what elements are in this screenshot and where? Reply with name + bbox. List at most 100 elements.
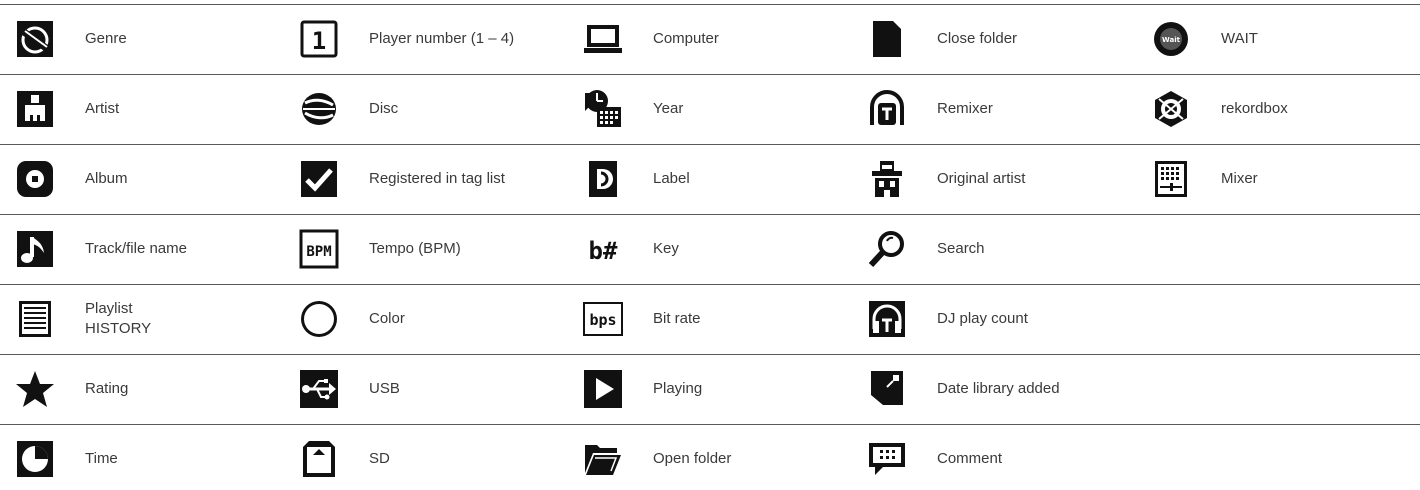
legend-item: Computer: [568, 8, 852, 70]
legend-item-label: Album: [85, 170, 128, 187]
row-divider: [0, 74, 1420, 75]
legend-item: Rating: [0, 358, 284, 420]
legend-item-label: Tempo (BPM): [369, 240, 461, 257]
legend-item-label: Registered in tag list: [369, 170, 505, 187]
legend-item: Original artist: [852, 148, 1136, 210]
legend-item-label: Close folder: [937, 30, 1018, 47]
disc-icon: [299, 89, 339, 129]
legend-item: Date library added: [852, 358, 1136, 420]
legend-item: Label: [568, 148, 852, 210]
legend-item-label: Track/file name: [85, 240, 187, 257]
row-divider: [0, 424, 1420, 425]
legend-item-label: Mixer: [1221, 170, 1258, 187]
legend-item: Artist: [0, 78, 284, 140]
bpm-icon: BPM: [299, 229, 339, 269]
legend-item-label: Key: [653, 240, 679, 257]
legend-item: Wait WAIT: [1136, 8, 1420, 70]
svg-text:bps: bps: [589, 311, 616, 329]
legend-item: BPM Tempo (BPM): [284, 218, 568, 280]
legend-item-label: USB: [369, 380, 400, 397]
legend-item: SD: [284, 428, 568, 490]
original-artist-icon: [867, 159, 907, 199]
genre-icon: [15, 19, 55, 59]
key-icon: b#: [583, 229, 623, 269]
legend-item: Year: [568, 78, 852, 140]
wait-icon: Wait: [1151, 19, 1191, 59]
legend-item-label: Date library added: [937, 380, 1060, 397]
svg-text:BPM: BPM: [306, 244, 331, 260]
music-note-icon: [15, 229, 55, 269]
legend-item-label: SD: [369, 450, 390, 467]
play-icon: [583, 369, 623, 409]
color-icon: [299, 299, 339, 339]
legend-item-label: Computer: [653, 30, 719, 47]
mixer-icon: [1151, 159, 1191, 199]
legend-item-label: rekordbox: [1221, 100, 1288, 117]
album-icon: [15, 159, 55, 199]
legend-item-label: Search: [937, 240, 985, 257]
player-number-icon: 1: [299, 19, 339, 59]
legend-item: Open folder: [568, 428, 852, 490]
legend-item-label: Playing: [653, 380, 703, 397]
legend-item-label: Year: [653, 100, 684, 117]
legend-item: DJ play count: [852, 288, 1136, 350]
legend-item-label: Artist: [85, 100, 120, 117]
legend-item: Color: [284, 288, 568, 350]
svg-text:Wait: Wait: [1162, 36, 1181, 44]
rekordbox-icon: [1151, 89, 1191, 129]
row-divider: [0, 214, 1420, 215]
legend-item-label: Original artist: [937, 170, 1026, 187]
headphones-icon: [867, 299, 907, 339]
legend-item-label: Label: [653, 170, 690, 187]
artist-icon: [15, 89, 55, 129]
legend-item-label: Rating: [85, 380, 129, 397]
date-added-icon: [867, 369, 907, 409]
legend-item: Remixer: [852, 78, 1136, 140]
legend-item-label: Bit rate: [653, 310, 701, 327]
legend-item-label: Open folder: [653, 450, 732, 467]
playlist-icon: [15, 299, 55, 339]
bit-rate-icon: bps: [583, 299, 623, 339]
star-icon: [15, 369, 55, 409]
label-icon: [583, 159, 623, 199]
legend-item: Registered in tag list: [284, 148, 568, 210]
legend-item: Playing: [568, 358, 852, 420]
legend-item: b# Key: [568, 218, 852, 280]
legend-item-label: Remixer: [937, 100, 993, 117]
legend-item: USB: [284, 358, 568, 420]
legend-item-label: WAIT: [1221, 30, 1258, 47]
remixer-icon: [867, 89, 907, 129]
close-folder-icon: [867, 19, 907, 59]
legend-item: Album: [0, 148, 284, 210]
comment-icon: [867, 439, 907, 479]
row-divider: [0, 144, 1420, 145]
legend-item: Playlist HISTORY: [0, 288, 284, 350]
legend-item: rekordbox: [1136, 78, 1420, 140]
sd-card-icon: [299, 439, 339, 479]
checkmark-icon: [299, 159, 339, 199]
row-divider: [0, 354, 1420, 355]
legend-item: Search: [852, 218, 1136, 280]
legend-item: Comment: [852, 428, 1136, 490]
legend-item-label: DJ play count: [937, 310, 1028, 327]
svg-text:b#: b#: [589, 237, 618, 265]
svg-text:1: 1: [312, 27, 326, 55]
legend-item: Time: [0, 428, 284, 490]
legend-item-label: Player number (1 – 4): [369, 30, 515, 47]
row-divider: [0, 284, 1420, 285]
legend-item-label: Comment: [937, 450, 1003, 467]
search-icon: [867, 229, 907, 269]
open-folder-icon: [583, 439, 623, 479]
computer-icon: [583, 19, 623, 59]
legend-item: 1 Player number (1 – 4): [284, 8, 568, 70]
legend-item-label: Playlist HISTORY: [85, 300, 152, 337]
legend-item-label: Genre: [85, 30, 127, 47]
legend-item: Genre: [0, 8, 284, 70]
usb-icon: [299, 369, 339, 409]
icon-legend: Genre 1 Player number (1 – 4) Computer Close…: [0, 0, 1420, 490]
legend-item: Track/file name: [0, 218, 284, 280]
legend-item: bps Bit rate: [568, 288, 852, 350]
legend-item: Close folder: [852, 8, 1136, 70]
year-icon: [583, 89, 623, 129]
legend-item: Disc: [284, 78, 568, 140]
